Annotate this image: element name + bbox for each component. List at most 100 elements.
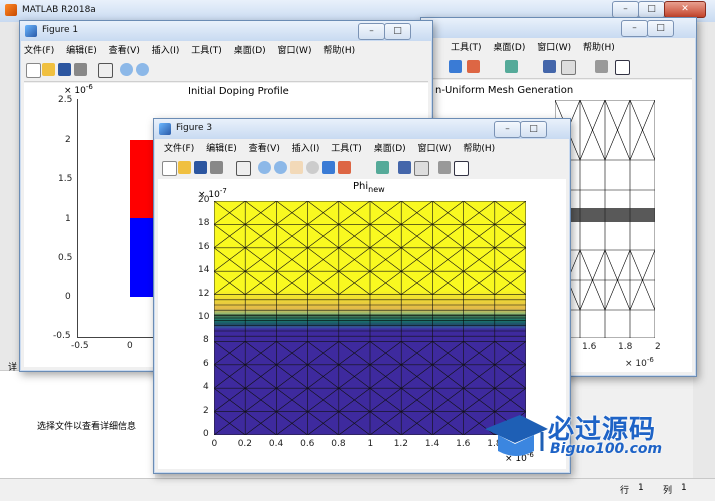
fig3-xtick: 0.4: [268, 439, 284, 449]
fig3-y-exponent-power: -7: [219, 187, 227, 195]
fig3-ytick: 18: [198, 218, 210, 229]
fig2-xtick-1: 1.8: [618, 342, 633, 352]
main-window-title: MATLAB R2018a: [22, 5, 96, 15]
fig3-new-icon[interactable]: [162, 161, 177, 176]
fig3-legend-icon[interactable]: [414, 161, 429, 176]
fig3-datatip-icon[interactable]: [322, 161, 335, 174]
fig1-ytick-4: 0.5: [58, 253, 73, 263]
fig2-maximize-button[interactable]: □: [647, 20, 674, 37]
fig1-ytick-5: 0: [65, 292, 71, 302]
figure2-titlebar: – □: [421, 18, 696, 38]
fig3-menu-file[interactable]: 文件(F): [164, 141, 194, 157]
figure2-menubar: 工具(T) 桌面(D) 窗口(W) 帮助(H): [451, 40, 692, 56]
fig3-zoom-in-icon[interactable]: [258, 161, 271, 174]
fig1-menu-window[interactable]: 窗口(W): [278, 43, 312, 59]
fig3-xtick: 0: [211, 439, 218, 449]
detail-text: 选择文件以查看详细信息: [37, 422, 137, 432]
fig3-menu-tools[interactable]: 工具(T): [331, 141, 362, 157]
fig3-menu-help[interactable]: 帮助(H): [463, 141, 495, 157]
figure2-toolbar: [425, 56, 692, 79]
dock-icon[interactable]: [615, 60, 630, 75]
fig3-plot-area: [214, 201, 526, 435]
fig3-ytick: 0: [203, 429, 209, 439]
fig3-xtick: 1.2: [393, 439, 409, 449]
fig1-ytick-6: -0.5: [53, 331, 71, 341]
fig1-menu-tools[interactable]: 工具(T): [191, 43, 222, 59]
save-icon[interactable]: [58, 63, 71, 76]
pointer-icon[interactable]: [98, 63, 113, 78]
graduation-cap-icon: [485, 415, 548, 456]
figure1-title: Figure 1: [42, 25, 79, 35]
figure3-toolbar: [158, 157, 566, 180]
figure3-menubar: 文件(F) 编辑(E) 查看(V) 插入(I) 工具(T) 桌面(D) 窗口(W…: [164, 141, 566, 157]
fig1-menu-file[interactable]: 文件(F): [24, 43, 54, 59]
fig2-x-exponent-base: × 10: [625, 359, 647, 369]
minimize-button[interactable]: –: [612, 1, 639, 18]
col-label: 列: [663, 486, 673, 496]
fig2-menu-window[interactable]: 窗口(W): [537, 40, 571, 56]
fig3-zoom-out-icon[interactable]: [274, 161, 287, 174]
maximize-button[interactable]: □: [638, 1, 665, 18]
fig2-minimize-button[interactable]: –: [621, 20, 648, 37]
hide-tools-icon[interactable]: [595, 60, 608, 73]
new-figure-icon[interactable]: [26, 63, 41, 78]
fig1-menu-desktop[interactable]: 桌面(D): [234, 43, 266, 59]
fig1-menu-edit[interactable]: 编辑(E): [66, 43, 97, 59]
fig3-xtick: 1.4: [424, 439, 440, 449]
fig1-maximize-button[interactable]: □: [384, 23, 411, 40]
fig3-link-icon[interactable]: [376, 161, 389, 174]
row-label: 行: [620, 486, 630, 496]
zoom-out-icon[interactable]: [136, 63, 149, 76]
col-value: 1: [681, 483, 687, 493]
fig2-menu-help[interactable]: 帮助(H): [583, 40, 615, 56]
matlab-icon: [5, 4, 17, 16]
fig2-menu-tools[interactable]: 工具(T): [451, 40, 482, 56]
fig1-ytick-1: 2: [65, 135, 71, 145]
fig1-xtick-1: 0: [127, 341, 133, 351]
fig3-dock-icon[interactable]: [454, 161, 469, 176]
fig3-xtick: 0.6: [300, 439, 315, 449]
fig1-menu-insert[interactable]: 插入(I): [152, 43, 180, 59]
fig1-ytick-3: 1: [65, 214, 71, 224]
watermark: 必过源码 Biguo100.com: [480, 407, 710, 467]
fig3-xtick: 1.6: [456, 439, 471, 449]
fig2-menu-desktop[interactable]: 桌面(D): [493, 40, 525, 56]
fig3-title-sub: new: [368, 185, 385, 194]
fig3-colorbar-icon[interactable]: [398, 161, 411, 174]
fig3-hide-tools-icon[interactable]: [438, 161, 451, 174]
fig2-x-exponent: × 10-6: [625, 356, 654, 369]
fig3-print-icon[interactable]: [210, 161, 223, 174]
close-button[interactable]: ✕: [664, 1, 706, 18]
fig3-menu-view[interactable]: 查看(V): [249, 141, 280, 157]
fig3-pan-icon[interactable]: [290, 161, 303, 174]
fig3-ytick: 10: [198, 312, 210, 322]
fig1-minimize-button[interactable]: –: [358, 23, 385, 40]
fig3-menu-insert[interactable]: 插入(I): [292, 141, 320, 157]
open-file-icon[interactable]: [42, 63, 55, 76]
fig3-save-icon[interactable]: [194, 161, 207, 174]
brush-icon[interactable]: [467, 60, 480, 73]
collapsed-label: 详: [8, 363, 18, 373]
fig3-minimize-button[interactable]: –: [494, 121, 521, 138]
print-icon[interactable]: [74, 63, 87, 76]
fig1-menu-help[interactable]: 帮助(H): [323, 43, 355, 59]
fig3-rotate-icon[interactable]: [306, 161, 319, 174]
colorbar-icon[interactable]: [543, 60, 556, 73]
figure1-menubar: 文件(F) 编辑(E) 查看(V) 插入(I) 工具(T) 桌面(D) 窗口(W…: [24, 43, 428, 59]
zoom-in-icon[interactable]: [120, 63, 133, 76]
fig1-menu-view[interactable]: 查看(V): [109, 43, 140, 59]
fig3-menu-edit[interactable]: 编辑(E): [206, 141, 237, 157]
link-icon[interactable]: [505, 60, 518, 73]
fig3-maximize-button[interactable]: □: [520, 121, 547, 138]
datatip-icon[interactable]: [449, 60, 462, 73]
fig3-pointer-icon[interactable]: [236, 161, 251, 176]
fig3-ytick: 2: [203, 405, 209, 416]
fig3-open-icon[interactable]: [178, 161, 191, 174]
fig3-brush-icon[interactable]: [338, 161, 351, 174]
fig3-menu-desktop[interactable]: 桌面(D): [374, 141, 406, 157]
fig2-x-exponent-power: -6: [646, 356, 654, 364]
fig3-menu-window[interactable]: 窗口(W): [418, 141, 452, 157]
fig3-ytick: 6: [203, 358, 209, 369]
legend-icon[interactable]: [561, 60, 576, 75]
fig3-ytick: 20: [198, 195, 210, 205]
